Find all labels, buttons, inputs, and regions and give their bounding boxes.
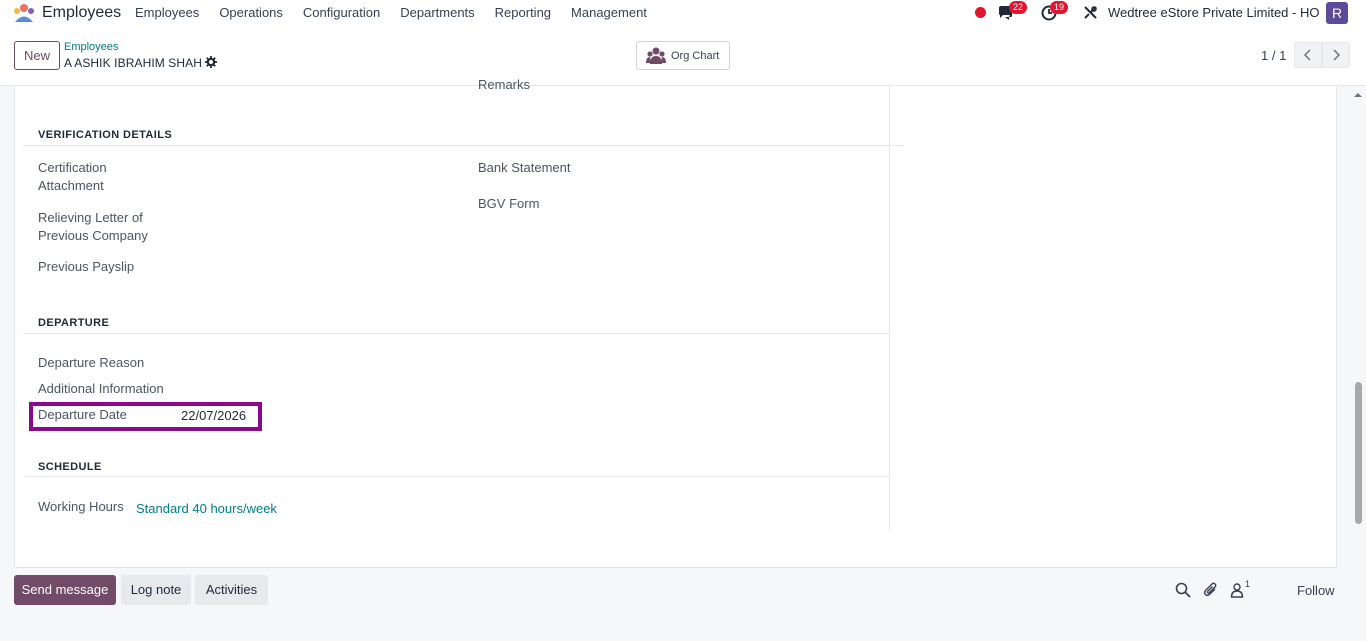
bank-statement-label: Bank Statement bbox=[478, 160, 571, 175]
menu-employees[interactable]: Employees bbox=[125, 5, 209, 20]
menu-operations[interactable]: Operations bbox=[209, 5, 293, 20]
section-separator bbox=[23, 476, 889, 477]
follow-button[interactable]: Follow bbox=[1297, 583, 1335, 598]
top-navbar: Employees Employees Operations Configura… bbox=[0, 0, 1366, 26]
users-icon bbox=[646, 47, 666, 64]
app-name[interactable]: Employees bbox=[42, 4, 121, 22]
org-chart-button[interactable]: Org Chart bbox=[636, 41, 730, 70]
departure-date-highlight bbox=[29, 402, 262, 431]
working-hours-value[interactable]: Standard 40 hours/week bbox=[136, 501, 277, 516]
user-avatar[interactable]: R bbox=[1326, 2, 1348, 24]
departure-reason-label: Departure Reason bbox=[38, 355, 145, 370]
menu-reporting[interactable]: Reporting bbox=[485, 5, 561, 20]
menu-configuration[interactable]: Configuration bbox=[293, 5, 390, 20]
remarks-label: Remarks bbox=[478, 77, 531, 90]
new-button[interactable]: New bbox=[14, 41, 60, 70]
breadcrumb-employees[interactable]: Employees bbox=[64, 41, 118, 53]
employees-app-icon[interactable] bbox=[12, 3, 36, 23]
section-separator bbox=[23, 145, 904, 146]
send-message-button[interactable]: Send message bbox=[14, 575, 116, 605]
certification-label: Certification Attachment bbox=[38, 160, 107, 193]
section-separator bbox=[23, 333, 889, 334]
working-hours-label: Working Hours bbox=[38, 499, 124, 514]
company-switcher[interactable]: Wedtree eStore Private Limited - HO bbox=[1108, 5, 1319, 20]
activities-badge: 19 bbox=[1050, 1, 1069, 14]
paperclip-icon[interactable] bbox=[1203, 582, 1219, 598]
record-title: A ASHIK IBRAHIM SHAH bbox=[64, 56, 203, 70]
pager-next-button[interactable] bbox=[1322, 42, 1350, 68]
chevron-left-icon bbox=[1303, 49, 1311, 61]
activities-button[interactable]: Activities bbox=[195, 575, 268, 605]
pager-previous-button[interactable] bbox=[1294, 42, 1322, 68]
scroll-up-arrow-icon[interactable] bbox=[1353, 90, 1363, 100]
previous-payslip-label: Previous Payslip bbox=[38, 259, 135, 274]
form-sheet: Remarks VERIFICATION DETAILS Certificati… bbox=[14, 77, 1337, 568]
tools-icon[interactable] bbox=[1083, 5, 1098, 20]
menu-management[interactable]: Management bbox=[561, 5, 657, 20]
search-icon[interactable] bbox=[1175, 582, 1191, 598]
scrollbar-thumb[interactable] bbox=[1355, 382, 1362, 524]
gear-icon[interactable] bbox=[205, 56, 217, 68]
control-panel: New Employees A ASHIK IBRAHIM SHAH Org C… bbox=[0, 26, 1366, 86]
followers-count: 1 bbox=[1245, 579, 1251, 589]
additional-information-label: Additional Information bbox=[38, 381, 164, 396]
bgv-form-label: BGV Form bbox=[478, 196, 540, 211]
log-note-button[interactable]: Log note bbox=[121, 575, 191, 605]
messages-badge: 22 bbox=[1009, 1, 1028, 14]
chevron-right-icon bbox=[1333, 49, 1341, 61]
section-title-departure: DEPARTURE bbox=[38, 317, 110, 329]
column-divider bbox=[889, 86, 890, 530]
menu-departments[interactable]: Departments bbox=[390, 5, 484, 20]
main-menu: Employees Operations Configuration Depar… bbox=[125, 5, 657, 20]
followers-user-icon[interactable] bbox=[1229, 582, 1245, 598]
section-title-schedule: SCHEDULE bbox=[38, 461, 102, 473]
record-indicator-icon[interactable] bbox=[975, 7, 986, 18]
pager-value[interactable]: 1 / 1 bbox=[1261, 48, 1286, 63]
relieving-letter-label: Relieving Letter of Previous Company bbox=[38, 210, 148, 243]
org-chart-label: Org Chart bbox=[671, 49, 720, 62]
section-title-verification: VERIFICATION DETAILS bbox=[38, 129, 173, 141]
